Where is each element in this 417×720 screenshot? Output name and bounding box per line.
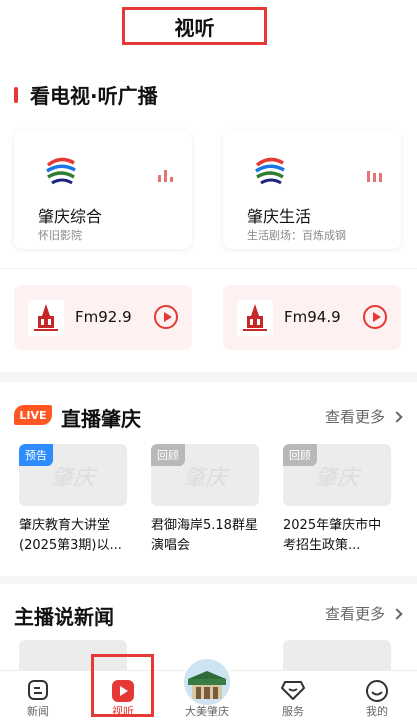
tab-label: 我的 (366, 705, 388, 718)
replay-tag: 回顾 (151, 444, 185, 466)
section-title-anchor: 主播说新闻 (14, 605, 114, 629)
play-circle-icon[interactable] (363, 305, 387, 329)
live-item[interactable]: 肇庆 回顾 君御海岸5.18群星演唱会 (151, 444, 259, 556)
tv-channel-name: 肇庆综合 (38, 207, 103, 226)
accent-bar (14, 86, 18, 103)
radio-channel-name: Fm92.9 (75, 308, 132, 326)
section-separator (0, 576, 417, 584)
preview-tag: 预告 (19, 444, 53, 466)
section-title-tv-radio: 看电视·听广播 (14, 80, 158, 109)
audio-bars-icon (367, 171, 382, 182)
radio-station-logo-icon (237, 300, 273, 336)
live-item-title: 君御海岸5.18群星演唱会 (151, 518, 258, 553)
news-icon (28, 680, 48, 700)
radio-card-fm949[interactable]: Fm94.9 (223, 285, 401, 350)
divider (0, 268, 417, 269)
bottom-tab-bar: 新闻 视听 大美肇庆 服务 我的 (0, 657, 417, 720)
chevron-right-icon (391, 607, 403, 620)
live-item[interactable]: 肇庆 回顾 2025年肇庆市中考招生政策... (283, 444, 391, 556)
tv-channel-name: 肇庆生活 (247, 207, 312, 226)
landmark-avatar (182, 657, 232, 707)
radio-channel-name: Fm94.9 (284, 308, 341, 326)
tv-card-zhaoqing-life[interactable]: 肇庆生活 生活剧场：百炼成钢 (223, 131, 401, 249)
audio-bars-icon (158, 170, 173, 182)
tab-label: 新闻 (27, 705, 49, 718)
section-separator (0, 372, 417, 382)
live-item-title: 2025年肇庆市中考招生政策... (283, 518, 382, 553)
header: 视听 (0, 0, 417, 52)
tv-station-logo-icon (255, 157, 285, 185)
anchor-more-link[interactable]: 查看更多 (324, 603, 403, 624)
tab-news[interactable]: 新闻 (8, 671, 68, 720)
section-title-text: 看电视·听广播 (30, 84, 158, 108)
tv-channel-program: 怀旧影院 (38, 229, 82, 242)
live-badge: LIVE (14, 405, 52, 425)
tab-label: 服务 (282, 705, 304, 718)
replay-tag: 回顾 (283, 444, 317, 466)
more-link-text: 查看更多 (324, 408, 385, 426)
tab-mine[interactable]: 我的 (347, 671, 407, 720)
play-circle-icon[interactable] (154, 305, 178, 329)
radio-card-fm929[interactable]: Fm92.9 (14, 285, 192, 350)
live-item-title: 肇庆教育大讲堂(2025第3期)以... (19, 518, 122, 553)
active-tab-highlight (91, 654, 154, 717)
tab-services[interactable]: 服务 (263, 671, 323, 720)
anchor-thumbnail[interactable] (283, 640, 391, 670)
tv-card-zhaoqing-general[interactable]: 肇庆综合 怀旧影院 (14, 131, 192, 249)
chevron-right-icon (391, 410, 403, 423)
page-title: 视听 (122, 7, 267, 45)
section-title-live: 直播肇庆 (61, 407, 141, 431)
live-thumbnail: 肇庆 回顾 (283, 444, 391, 506)
live-thumbnail: 肇庆 预告 (19, 444, 127, 506)
smile-icon (366, 680, 388, 702)
radio-station-logo-icon (28, 300, 64, 336)
tab-beautiful-zhaoqing[interactable]: 大美肇庆 (177, 657, 237, 720)
diamond-icon (281, 681, 305, 700)
live-item[interactable]: 肇庆 预告 肇庆教育大讲堂(2025第3期)以... (19, 444, 127, 556)
tab-label: 大美肇庆 (185, 705, 229, 718)
live-thumbnail: 肇庆 回顾 (151, 444, 259, 506)
tv-channel-program: 生活剧场：百炼成钢 (247, 229, 346, 242)
more-link-text: 查看更多 (324, 605, 385, 623)
tv-station-logo-icon (46, 157, 76, 185)
live-more-link[interactable]: 查看更多 (324, 406, 403, 427)
